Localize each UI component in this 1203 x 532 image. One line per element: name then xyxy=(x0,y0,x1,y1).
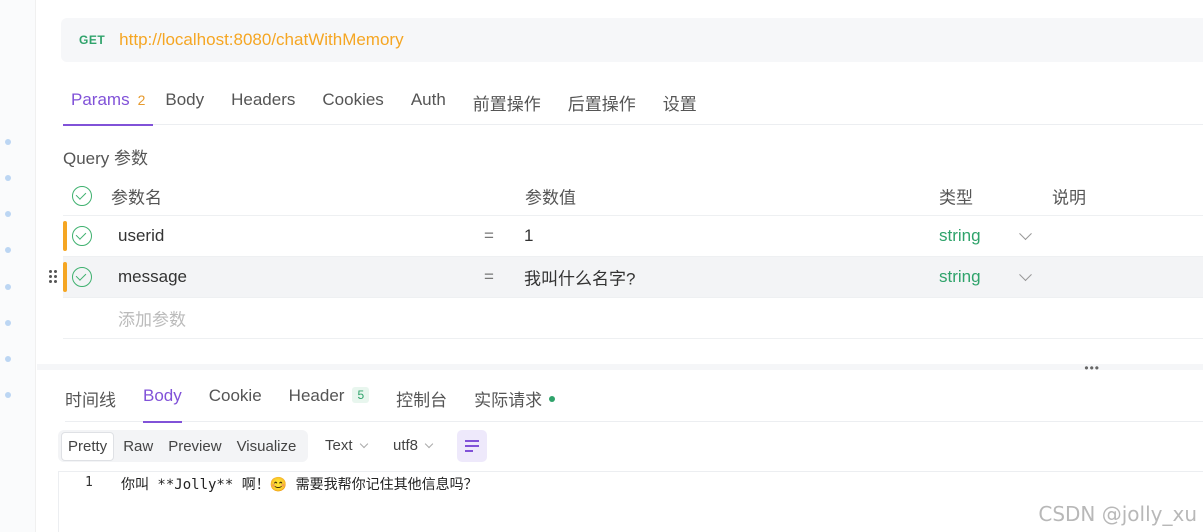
nav-dot[interactable] xyxy=(5,211,11,217)
tab-label: 实际请求 xyxy=(474,391,543,410)
query-params-table: 参数名 参数值 类型 说明 userid = 1 string message … xyxy=(49,176,1203,339)
header-count-badge: 5 xyxy=(352,387,370,403)
column-header-name: 参数名 xyxy=(111,188,162,207)
word-wrap-icon[interactable] xyxy=(457,430,487,462)
nav-dot[interactable] xyxy=(5,175,11,181)
tab-timeline[interactable]: 时间线 xyxy=(65,372,116,422)
request-url[interactable]: http://localhost:8080/chatWithMemory xyxy=(119,30,403,50)
row-enabled-check-icon[interactable] xyxy=(72,267,92,287)
tab-cookie[interactable]: Cookie xyxy=(209,372,262,422)
tab-label: Header xyxy=(288,386,345,405)
tab-pre-actions[interactable]: 前置操作 xyxy=(473,78,541,125)
add-param-row[interactable]: 添加参数 xyxy=(63,298,1203,339)
request-tabs: Params 2 Body Headers Cookies Auth 前置操作 后… xyxy=(63,78,1203,126)
param-type[interactable]: string xyxy=(939,267,981,287)
nav-dot[interactable] xyxy=(5,284,11,290)
status-dot-icon xyxy=(549,396,556,402)
tab-actual-request[interactable]: 实际请求 xyxy=(474,372,556,422)
mode-raw[interactable]: Raw xyxy=(117,433,159,460)
nav-dot[interactable] xyxy=(5,356,11,362)
request-panel: GET http://localhost:8080/chatWithMemory… xyxy=(37,0,1203,532)
select-all-check-icon[interactable] xyxy=(72,185,92,206)
nav-dot[interactable] xyxy=(5,247,11,253)
mode-preview[interactable]: Preview xyxy=(162,433,227,460)
add-param-placeholder[interactable]: 添加参数 xyxy=(118,306,186,331)
response-body-viewer[interactable]: 1 你叫 **Jolly** 啊！😊 需要我帮你记住其他信息吗？ xyxy=(58,471,1203,532)
drag-handle-icon[interactable] xyxy=(49,270,57,284)
panel-splitter[interactable] xyxy=(37,364,1203,370)
tab-settings[interactable]: 设置 xyxy=(663,78,697,125)
table-row: message = 我叫什么名字? string xyxy=(49,257,1203,298)
chevron-down-icon xyxy=(359,439,368,449)
tab-post-actions[interactable]: 后置操作 xyxy=(568,78,636,125)
equals-sign: = xyxy=(484,226,494,245)
param-name[interactable]: message xyxy=(118,267,187,287)
url-bar[interactable]: GET http://localhost:8080/chatWithMemory xyxy=(61,18,1203,62)
column-header-desc: 说明 xyxy=(1052,188,1086,207)
tab-cookies[interactable]: Cookies xyxy=(322,78,383,125)
tab-console[interactable]: 控制台 xyxy=(396,372,447,422)
encoding-select[interactable]: utf8 xyxy=(393,437,434,454)
left-rail xyxy=(0,0,36,532)
table-row: userid = 1 string xyxy=(63,216,1203,257)
line-number: 1 xyxy=(85,475,93,490)
content-type-value: Text xyxy=(325,437,353,454)
param-name[interactable]: userid xyxy=(118,226,164,246)
nav-dot[interactable] xyxy=(5,320,11,326)
tab-params[interactable]: Params 2 xyxy=(63,78,154,126)
query-params-title: Query 参数 xyxy=(63,149,149,168)
mode-visualize[interactable]: Visualize xyxy=(231,433,303,460)
column-header-type: 类型 xyxy=(939,188,973,207)
row-marker xyxy=(63,262,67,292)
column-header-value: 参数值 xyxy=(525,188,576,207)
param-value[interactable]: 我叫什么名字? xyxy=(524,265,635,290)
splitter-grip-icon[interactable]: ••• xyxy=(1084,362,1100,374)
format-mode-group: Pretty Raw Preview Visualize xyxy=(58,430,309,462)
tab-headers[interactable]: Headers xyxy=(231,78,295,125)
content-type-select[interactable]: Text xyxy=(325,437,368,454)
row-enabled-check-icon[interactable] xyxy=(72,226,92,246)
tab-response-body[interactable]: Body xyxy=(143,372,182,423)
response-tabs: 时间线 Body Cookie Header 5 控制台 实际请求 xyxy=(65,372,1203,423)
equals-sign: = xyxy=(484,267,494,286)
param-type[interactable]: string xyxy=(939,226,981,246)
param-value[interactable]: 1 xyxy=(524,226,533,246)
chevron-down-icon[interactable] xyxy=(1019,227,1032,241)
http-method[interactable]: GET xyxy=(79,33,105,47)
chevron-down-icon xyxy=(424,439,434,449)
code-line[interactable]: 你叫 **Jolly** 啊！😊 需要我帮你记住其他信息吗？ xyxy=(121,474,478,494)
mode-pretty[interactable]: Pretty xyxy=(61,431,115,461)
tab-header[interactable]: Header 5 xyxy=(288,372,370,422)
encoding-value: utf8 xyxy=(393,437,419,454)
tab-auth[interactable]: Auth xyxy=(411,78,446,125)
table-header: 参数名 参数值 类型 说明 xyxy=(63,176,1203,216)
tab-body[interactable]: Body xyxy=(165,78,204,125)
row-marker xyxy=(63,221,67,251)
nav-dot-active[interactable] xyxy=(5,392,11,398)
params-count-badge: 2 xyxy=(137,92,146,108)
chevron-down-icon[interactable] xyxy=(1019,268,1032,282)
nav-dot[interactable] xyxy=(5,139,11,145)
watermark: CSDN @jolly_xu xyxy=(1038,502,1197,526)
tab-label: Params xyxy=(71,90,130,109)
